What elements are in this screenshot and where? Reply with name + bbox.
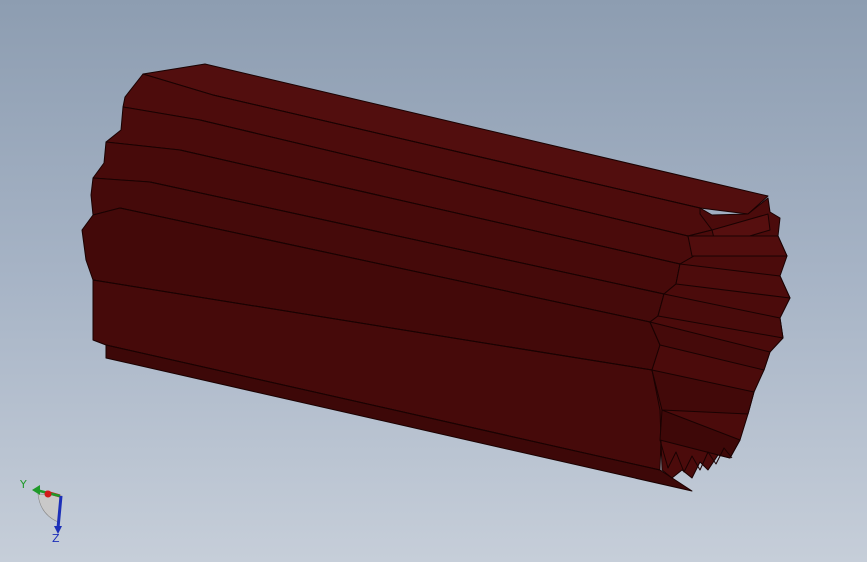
triad-y-label: Y bbox=[19, 478, 27, 491]
orientation-triad: Y Z bbox=[19, 478, 63, 545]
triad-y-arrow bbox=[32, 485, 40, 495]
splined-shaft-model[interactable] bbox=[81, 63, 791, 492]
triad-z-label: Z bbox=[52, 532, 60, 545]
graphics-viewport[interactable]: Y Z bbox=[0, 0, 867, 562]
triad-x-arrow bbox=[44, 490, 52, 498]
3d-model-view[interactable] bbox=[0, 0, 867, 562]
spline-tooth-2 bbox=[687, 235, 788, 257]
